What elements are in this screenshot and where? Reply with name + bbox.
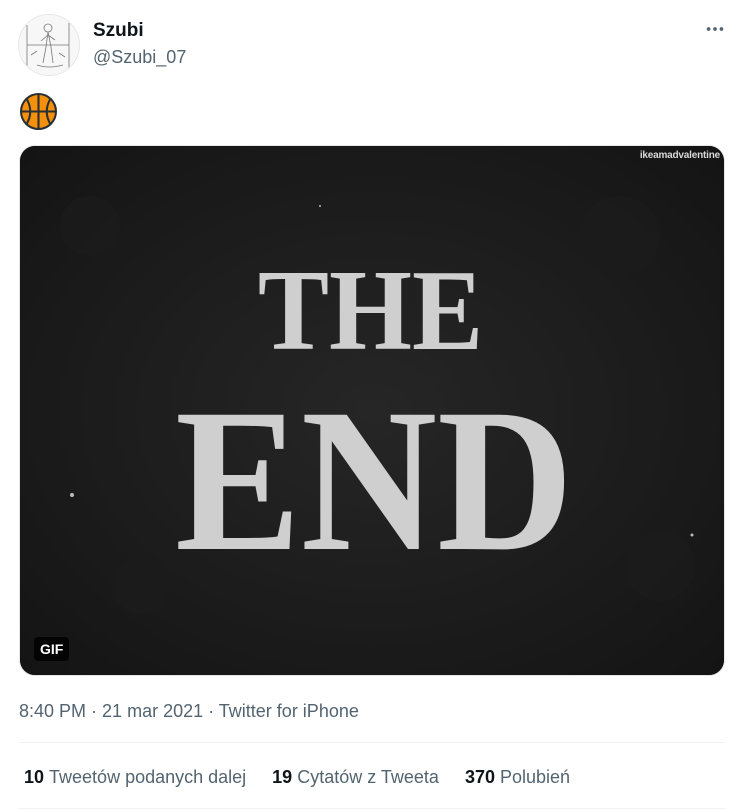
tweet-date: 21 mar 2021 [102, 701, 204, 721]
tweet-time: 8:40 PM [19, 701, 87, 721]
likes-stat[interactable]: 370 Polubień [465, 767, 570, 788]
quotes-label: Cytatów z Tweeta [297, 766, 439, 787]
more-options-button[interactable] [700, 14, 730, 44]
tweet-source-link[interactable]: Twitter for iPhone [219, 701, 359, 721]
basketball-emoji [20, 93, 57, 130]
the-end-text-line2: END [175, 366, 573, 594]
avatar[interactable] [18, 14, 80, 76]
retweets-stat[interactable]: 10 Tweetów podanych dalej [24, 767, 246, 788]
gif-media[interactable]: THE END ikeamadvalentine GIF [19, 145, 725, 676]
likes-label: Polubień [499, 766, 571, 787]
tweet-time-link[interactable]: 8:40 PM · 21 mar 2021 [19, 701, 203, 721]
retweets-count: 10 [24, 766, 45, 787]
divider [19, 742, 725, 743]
meta-separator: · [203, 701, 219, 721]
tweet-stats: 10 Tweetów podanych dalej 19 Cytatów z T… [24, 765, 596, 789]
retweets-label: Tweetów podanych dalej [49, 766, 247, 787]
the-end-gif-frame: THE END [20, 146, 724, 675]
media-watermark: ikeamadvalentine [639, 150, 720, 161]
author-name[interactable]: Szubi [93, 19, 144, 43]
gif-badge: GIF [34, 637, 70, 661]
tweet: Szubi @Szubi_07 THE END ikeamadvalentine… [0, 0, 744, 812]
the-end-text-line1: THE [258, 247, 483, 375]
meta-separator: · [86, 701, 103, 721]
author-handle[interactable]: @Szubi_07 [93, 46, 186, 68]
quotes-count: 19 [272, 766, 293, 787]
more-horizontal-icon [706, 27, 724, 31]
quotes-stat[interactable]: 19 Cytatów z Tweeta [272, 767, 439, 788]
likes-count: 370 [464, 766, 495, 787]
divider [19, 808, 725, 809]
tweet-meta: 8:40 PM · 21 mar 2021 · Twitter for iPho… [19, 700, 359, 722]
avatar-sketch-image [19, 15, 79, 75]
tweet-text [20, 93, 60, 131]
